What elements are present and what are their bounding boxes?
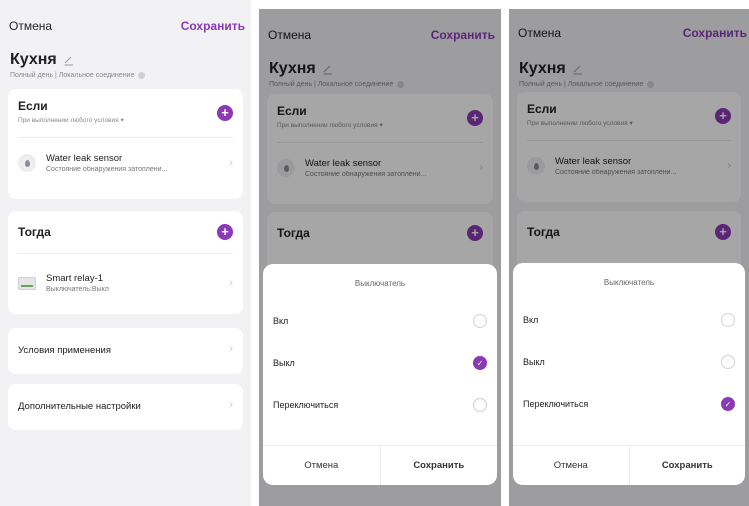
- option-off[interactable]: Выкл: [523, 352, 735, 372]
- radio-checked-icon[interactable]: ✓: [721, 397, 735, 411]
- screen-switch-sheet-toggle: Отмена Сохранить Кухня Полный день | Лок…: [509, 9, 749, 506]
- device-name: Smart relay-1: [46, 273, 104, 284]
- switch-bottom-sheet: Выключатель Вкл Выкл Переключиться ✓ Отм…: [513, 263, 745, 485]
- radio-unchecked-icon[interactable]: [721, 355, 735, 369]
- option-off[interactable]: Выкл ✓: [273, 353, 487, 373]
- radio-checked-icon[interactable]: ✓: [473, 356, 487, 370]
- info-icon[interactable]: [138, 72, 146, 79]
- switch-bottom-sheet: Выключатель Вкл Выкл ✓ Переключиться Отм…: [263, 264, 497, 485]
- condition-text: Water leak sensor Состояние обнаружения …: [46, 153, 167, 173]
- advanced-card[interactable]: Дополнительные настройки ›: [8, 384, 243, 430]
- condition-row-water-leak[interactable]: Water leak sensor Состояние обнаружения …: [18, 153, 233, 173]
- option-label: Выкл: [273, 358, 295, 368]
- option-label: Вкл: [273, 316, 289, 326]
- scene-title-text: Кухня: [10, 51, 57, 68]
- cancel-link[interactable]: Отмена: [9, 19, 52, 33]
- sheet-footer: Отмена Сохранить: [513, 445, 745, 485]
- water-drop-icon: [18, 154, 36, 172]
- screen-switch-sheet-off: Отмена Сохранить Кухня Полный день | Лок…: [259, 9, 501, 506]
- radio-unchecked-icon[interactable]: [721, 313, 735, 327]
- option-on[interactable]: Вкл: [273, 311, 487, 331]
- chevron-right-icon: ›: [229, 157, 233, 169]
- sheet-save-button[interactable]: Сохранить: [628, 446, 746, 485]
- sheet-cancel-button[interactable]: Отмена: [513, 446, 629, 485]
- option-label: Вкл: [523, 315, 539, 325]
- conditions-label: Условия применения: [18, 345, 111, 356]
- add-action-button[interactable]: +: [217, 224, 233, 240]
- scene-subtitle-text: Полный день | Локальное соединение: [10, 72, 135, 79]
- edit-icon[interactable]: [63, 54, 75, 66]
- chevron-right-icon: ›: [229, 277, 233, 289]
- relay-device-icon: [18, 276, 36, 290]
- if-card: Если При выполнении любого условия ▾ + W…: [8, 89, 243, 199]
- top-bar: Отмена Сохранить: [0, 0, 251, 40]
- then-card: Тогда + Smart relay-1 Выключатель:Выкл ›: [8, 211, 243, 314]
- sheet-save-button[interactable]: Сохранить: [379, 446, 498, 485]
- device-status: Состояние обнаружения затоплени...: [46, 166, 168, 173]
- action-row-smart-relay[interactable]: Smart relay-1 Выключатель:Выкл ›: [18, 273, 233, 293]
- scene-subtitle: Полный день | Локальное соединение: [10, 72, 146, 79]
- sheet-title: Выключатель: [603, 278, 655, 287]
- sheet-footer: Отмена Сохранить: [263, 445, 497, 485]
- screen-scene-editor: Отмена Сохранить Кухня Полный день | Лок…: [0, 0, 251, 506]
- option-label: Выкл: [523, 357, 545, 367]
- divider: [18, 137, 233, 138]
- save-link[interactable]: Сохранить: [181, 19, 245, 33]
- divider: [18, 253, 233, 254]
- action-text: Smart relay-1 Выключатель:Выкл: [46, 273, 109, 293]
- option-on[interactable]: Вкл: [523, 310, 735, 330]
- device-name: Water leak sensor: [46, 153, 123, 164]
- then-card-title: Тогда: [18, 225, 51, 239]
- sheet-title: Выключатель: [354, 279, 406, 288]
- conditions-card[interactable]: Условия применения ›: [8, 328, 243, 374]
- option-label: Переключиться: [273, 400, 339, 410]
- chevron-right-icon: ›: [229, 399, 233, 411]
- radio-unchecked-icon[interactable]: [473, 314, 487, 328]
- option-label: Переключиться: [523, 399, 589, 409]
- option-toggle[interactable]: Переключиться: [273, 395, 487, 415]
- advanced-label: Дополнительные настройки: [18, 401, 141, 412]
- if-card-title: Если: [18, 99, 48, 113]
- chevron-right-icon: ›: [229, 343, 233, 355]
- device-status: Выключатель:Выкл: [46, 286, 109, 293]
- scene-title: Кухня: [10, 51, 75, 69]
- sheet-cancel-button[interactable]: Отмена: [263, 446, 380, 485]
- option-toggle[interactable]: Переключиться ✓: [523, 394, 735, 414]
- add-condition-button[interactable]: +: [217, 105, 233, 121]
- radio-unchecked-icon[interactable]: [473, 398, 487, 412]
- if-condition-mode-dropdown[interactable]: При выполнении любого условия ▾: [18, 116, 124, 124]
- if-card-header: Если При выполнении любого условия ▾: [18, 99, 124, 124]
- then-card-header: Тогда: [18, 225, 51, 239]
